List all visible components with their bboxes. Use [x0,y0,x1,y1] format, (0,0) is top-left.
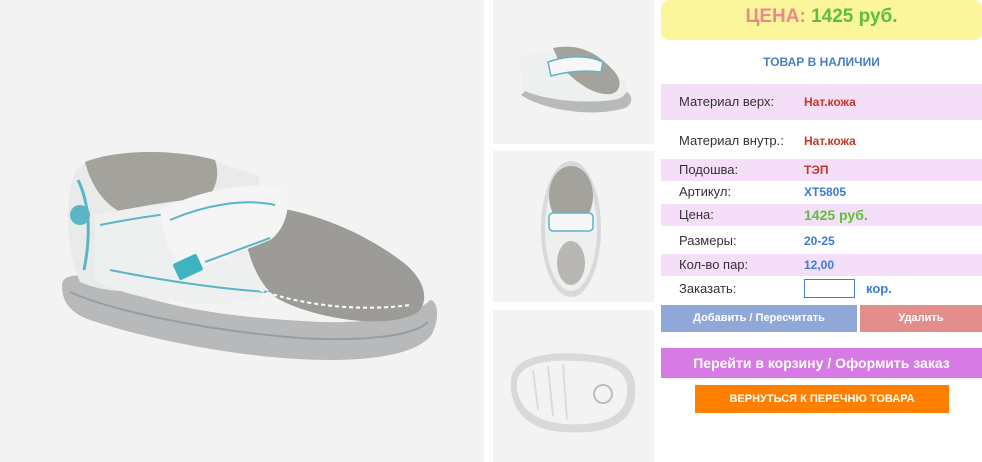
spec-label: Материал верх: [679,94,775,109]
spec-value: Нат.кожа [804,134,856,148]
spec-value: ТЭП [804,163,829,177]
shoe-angle-thumb-image [519,46,632,113]
spec-row-sizes: Размеры: 20-25 [661,230,982,252]
main-product-photo [0,0,484,462]
spec-value: XT5805 [804,185,847,199]
shoe-side-view-image [62,152,438,360]
thumbnail-angle-view[interactable] [493,0,654,144]
spec-label: Артикул: [679,184,732,199]
spec-label: Подошва: [679,162,739,177]
product-info-panel: ЦЕНА: 1425 руб. ТОВАР В НАЛИЧИИ Материал… [661,0,982,462]
order-unit: кор. [866,281,892,296]
spec-label: Материал внутр.: [679,133,784,148]
order-label: Заказать: [679,281,737,296]
stock-status: ТОВАР В НАЛИЧИИ [763,55,880,69]
back-to-list-button[interactable]: ВЕРНУТЬСЯ К ПЕРЕЧНЮ ТОВАРА [695,385,949,413]
delete-button[interactable]: Удалить [860,305,982,332]
order-quantity-input[interactable] [804,279,855,298]
shoe-top-thumb-image [541,161,601,297]
spec-label: Цена: [679,207,714,222]
thumbnail-top-view[interactable] [493,151,654,302]
spec-label: Кол-во пар: [679,257,749,272]
spec-value: 1425 руб. [804,207,868,223]
thumbnail-sole-view[interactable] [493,310,654,462]
spec-label: Размеры: [679,233,737,248]
spec-row-sole: Подошва: ТЭП [661,159,982,181]
spec-value: 12,00 [804,258,835,272]
price-label: ЦЕНА: [745,6,806,27]
spec-row-inner-material: Материал внутр.: Нат.кожа [661,123,982,159]
go-to-cart-button[interactable]: Перейти в корзину / Оформить заказ [661,348,982,378]
spec-value: 20-25 [804,234,835,248]
price-value: 1425 руб. [811,6,898,27]
spec-value: Нат.кожа [804,95,856,109]
shoe-sole-thumb-image [510,353,636,433]
spec-row-upper-material: Материал верх: Нат.кожа [661,84,982,120]
spec-row-pairs-count: Кол-во пар: 12,00 [661,254,982,276]
spec-row-article: Артикул: XT5805 [661,181,982,203]
spec-row-price: Цена: 1425 руб. [661,204,982,226]
add-recalculate-button[interactable]: Добавить / Пересчитать [661,305,857,332]
price-box: ЦЕНА: 1425 руб. [661,0,982,40]
